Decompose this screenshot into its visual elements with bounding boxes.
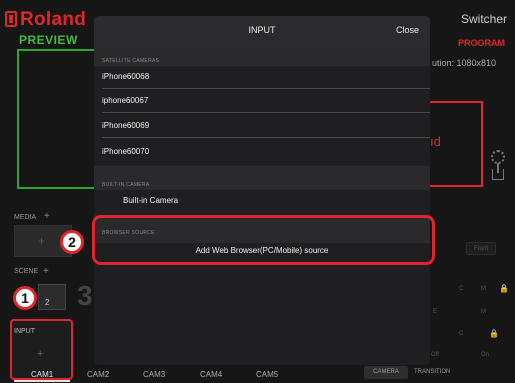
media-label: MEDIA [14,214,37,221]
scene-tile[interactable] [38,284,66,310]
control-letter-c-2[interactable]: C [459,331,463,337]
satellite-camera-label: iPhone60069 [102,121,150,130]
front-button[interactable]: Front [466,242,496,255]
preview-label: PREVIEW [19,33,78,47]
transition-mode-button[interactable]: TRANSITION [414,369,450,375]
roland-logo: Roland [5,9,88,30]
input-add-button[interactable]: + [37,348,43,360]
tab-cam4[interactable]: CAM4 [200,370,222,379]
satellite-camera-item[interactable]: iPhone60069 [94,115,430,138]
control-letter-m[interactable]: M [481,286,486,292]
scene-add-button[interactable]: + [43,266,49,277]
satellite-camera-item[interactable]: iPhone60068 [94,66,430,89]
satellite-camera-item[interactable]: iPhone60070 [94,141,430,164]
tab-cam3[interactable]: CAM3 [143,370,165,379]
callout-badge-1: 1 [13,286,37,310]
tab-cam1-underline [14,380,70,382]
tab-cam1[interactable]: CAM1 [31,370,53,379]
modal-header: INPUT Close [94,16,430,46]
callout-badge-2: 2 [60,230,84,254]
satellite-camera-item[interactable]: iphone60067 [94,90,430,113]
input-label: INPUT [14,328,35,335]
share-icon[interactable] [492,163,504,180]
tab-cam5[interactable]: CAM5 [256,370,278,379]
app-title: Switcher [460,12,507,26]
builtin-camera-item[interactable]: Built-in Camera [94,190,430,213]
roland-logo-mark [5,11,17,27]
satellite-camera-label: iphone60067 [102,96,149,105]
satellite-camera-label: iPhone60068 [102,72,150,81]
builtin-camera-label: Built-in Camera [123,196,179,205]
preview-monitor[interactable] [17,49,97,189]
satellite-camera-label: iPhone60070 [102,147,150,156]
control-letter-c[interactable]: C [459,286,463,292]
camera-mode-button[interactable]: CAMERA [364,366,408,379]
gear-icon[interactable] [491,150,505,164]
satellite-section-label: SATELLITE CAMERAS [102,58,160,64]
scene-tile-number: 2 [45,298,50,307]
media-tile-plus-icon: + [38,234,46,248]
resolution-readout: ution: 1080x810 [432,58,497,68]
program-text-fragment: ıd [430,134,441,149]
on-button[interactable]: On [481,352,489,358]
close-button[interactable]: Close [396,25,419,35]
row-divider [102,137,430,138]
row-divider [102,88,430,89]
modal-empty-area [94,268,430,365]
lock-icon[interactable]: 🔒 [499,284,509,293]
browser-source-highlight [92,215,435,265]
tab-cam2[interactable]: CAM2 [87,370,109,379]
input-modal: INPUT Close SATELLITE CAMERAS iPhone6006… [94,16,430,365]
row-divider [102,112,430,113]
lock-icon-2[interactable]: 🔒 [489,329,499,338]
roland-logo-text: Roland [20,9,87,30]
off-button[interactable]: Off [431,352,439,358]
scene-label: SCENE [14,268,39,275]
program-label: PROGRAM [458,38,505,48]
media-add-button[interactable]: + [44,211,50,222]
control-letter-m-2[interactable]: M [481,309,486,315]
modal-title: INPUT [248,25,276,35]
control-letter-e[interactable]: E [433,309,437,315]
builtin-section-label: BUILT-IN CAMERA [102,182,150,188]
scene-3-tile[interactable]: 3 [77,280,93,312]
